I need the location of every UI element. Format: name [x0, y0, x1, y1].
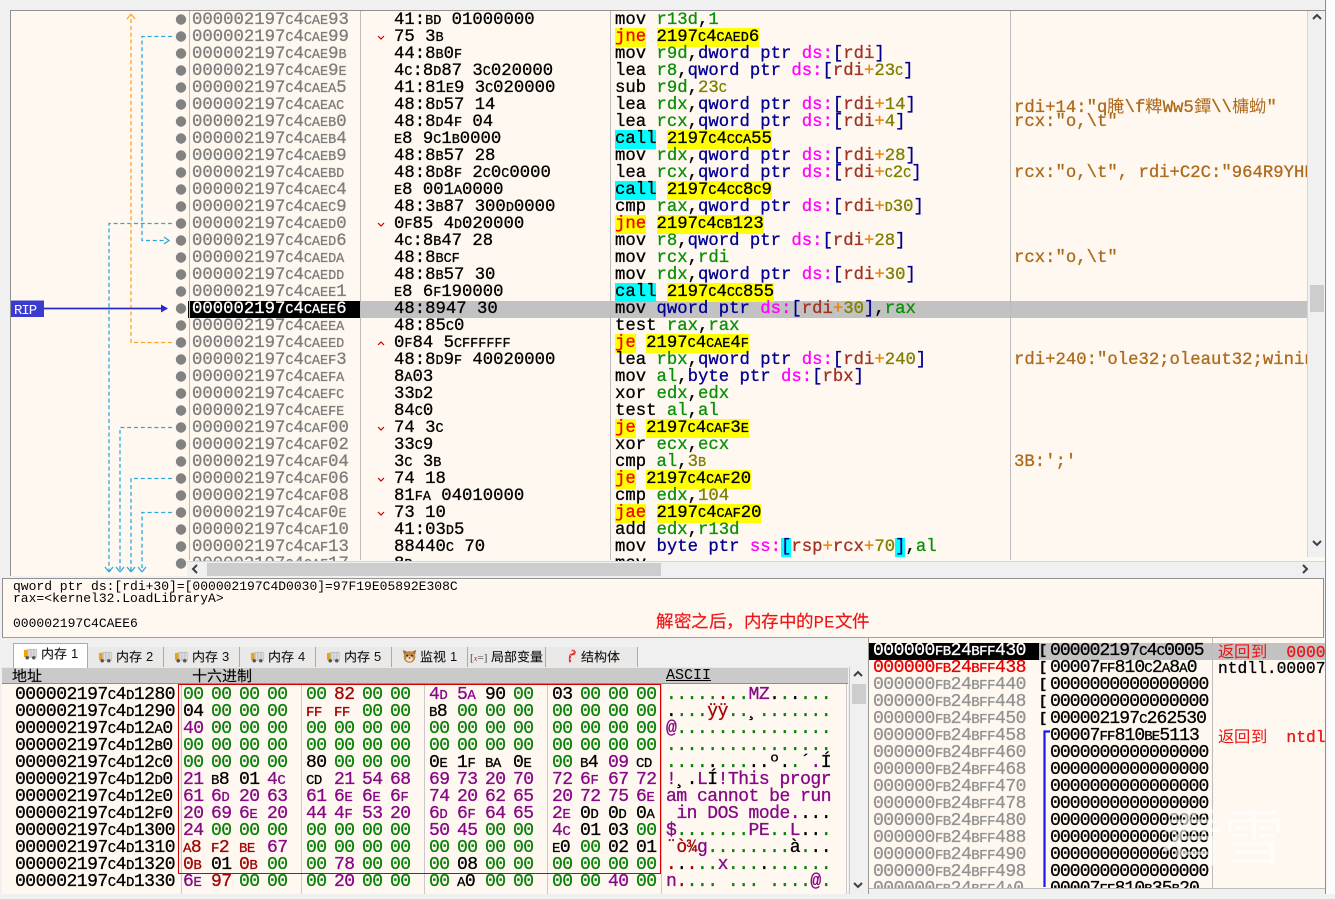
- svg-text:RIP: RIP: [14, 303, 37, 319]
